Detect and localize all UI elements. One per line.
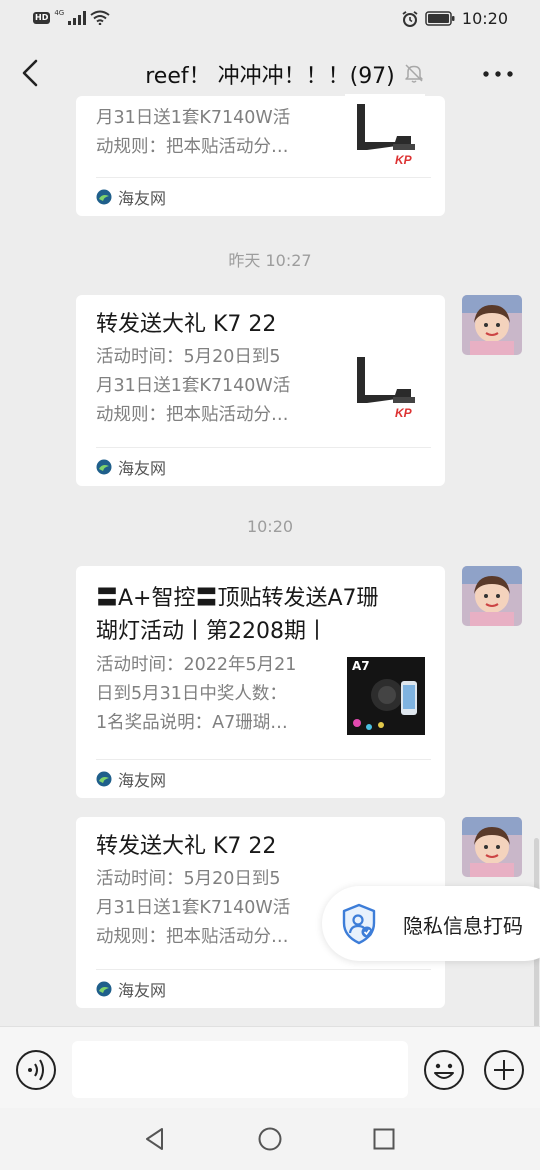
nav-back-icon[interactable] bbox=[142, 1126, 168, 1152]
status-left: HD 4G bbox=[33, 8, 110, 25]
card-description: 活动时间：5月20日到5 月31日送1套K7140W活 动规则：把本贴活动分… bbox=[96, 869, 291, 947]
source-name: 海友网 bbox=[118, 459, 167, 478]
k7-lamp-thumbnail-icon: KP bbox=[345, 347, 425, 427]
haiyouwang-logo-icon bbox=[96, 771, 112, 787]
card-footer: 海友网 bbox=[96, 759, 431, 798]
hd-badge: HD bbox=[33, 11, 51, 24]
k7-lamp-thumbnail-icon: KP bbox=[345, 94, 425, 174]
avatar[interactable] bbox=[462, 817, 522, 877]
avatar-photo-icon bbox=[462, 817, 522, 877]
alarm-icon bbox=[402, 10, 418, 27]
system-nav-bar bbox=[0, 1108, 540, 1170]
nav-recents-icon[interactable] bbox=[372, 1127, 396, 1151]
shield-user-icon bbox=[342, 903, 376, 945]
a7-lamp-thumbnail: A7 bbox=[347, 657, 425, 735]
card-footer: 海友网 bbox=[96, 447, 431, 486]
more-options-button[interactable] bbox=[478, 64, 518, 84]
card-footer: 海友网 bbox=[96, 969, 431, 1008]
card-body: 活动时间：2022年5月21 日到5月31日中奖人数： 1名奖品说明：A7珊瑚…… bbox=[96, 651, 425, 738]
haiyouwang-logo-icon bbox=[96, 459, 112, 475]
timestamp: 昨天 10:27 bbox=[228, 251, 312, 270]
avatar[interactable] bbox=[462, 566, 522, 626]
clock: 10:20 bbox=[461, 9, 508, 28]
shared-link-card[interactable]: 月31日送1套K7140W活 动规则：把本贴活动分… KP 海友网 bbox=[76, 94, 445, 216]
avatar-photo-icon bbox=[462, 566, 522, 626]
signal-icon bbox=[68, 10, 87, 25]
chat-title: reef！ 冲冲冲！！！(97) bbox=[145, 64, 395, 89]
card-title: 转发送大礼 K7 22 bbox=[96, 834, 277, 859]
card-title: 〓A+智控〓顶贴转发送A7珊 瑚灯活动丨第2208期丨 bbox=[96, 586, 379, 644]
status-right: 10:20 bbox=[402, 9, 508, 28]
source-name: 海友网 bbox=[118, 981, 167, 1000]
battery-icon bbox=[425, 11, 455, 26]
source-name: 海友网 bbox=[118, 189, 167, 208]
avatar[interactable] bbox=[462, 295, 522, 355]
timestamp: 10:20 bbox=[246, 517, 294, 536]
card-description: 活动时间：5月20日到5 月31日送1套K7140W活 动规则：把本贴活动分… bbox=[96, 347, 291, 425]
status-bar: HD 4G 10:20 bbox=[0, 0, 540, 38]
thumb-label: A7 bbox=[352, 659, 370, 673]
wifi-icon bbox=[90, 10, 110, 25]
message-input[interactable] bbox=[72, 1041, 408, 1098]
emoji-button[interactable] bbox=[423, 1049, 465, 1091]
privacy-mask-label: 隐私信息打码 bbox=[403, 914, 523, 938]
privacy-mask-button[interactable]: 隐私信息打码 bbox=[322, 886, 540, 961]
shared-link-card[interactable]: 〓A+智控〓顶贴转发送A7珊 瑚灯活动丨第2208期丨 活动时间：2022年5月… bbox=[76, 566, 445, 798]
card-title: 转发送大礼 K7 22 bbox=[96, 312, 277, 337]
haiyouwang-logo-icon bbox=[96, 981, 112, 997]
svg-text:KP: KP bbox=[395, 406, 413, 420]
more-functions-button[interactable] bbox=[483, 1049, 525, 1091]
avatar-photo-icon bbox=[462, 295, 522, 355]
card-description: 活动时间：2022年5月21 日到5月31日中奖人数： 1名奖品说明：A7珊瑚… bbox=[96, 655, 297, 733]
card-body: 月31日送1套K7140W活 动规则：把本贴活动分… KP bbox=[96, 94, 425, 174]
input-bar bbox=[0, 1026, 540, 1109]
svg-text:KP: KP bbox=[395, 153, 413, 167]
network-type: 4G bbox=[54, 8, 65, 17]
haiyouwang-logo-icon bbox=[96, 189, 112, 205]
shared-link-card[interactable]: 转发送大礼 K7 22 活动时间：5月20日到5 月31日送1套K7140W活 … bbox=[76, 295, 445, 486]
card-body: 活动时间：5月20日到5 月31日送1套K7140W活 动规则：把本贴活动分… … bbox=[96, 343, 425, 430]
card-description: 月31日送1套K7140W活 动规则：把本贴活动分… bbox=[96, 108, 291, 157]
card-footer: 海友网 bbox=[96, 177, 431, 216]
source-name: 海友网 bbox=[118, 771, 167, 790]
voice-input-button[interactable] bbox=[15, 1049, 57, 1091]
nav-home-icon[interactable] bbox=[257, 1126, 283, 1152]
muted-bell-icon bbox=[405, 64, 423, 83]
